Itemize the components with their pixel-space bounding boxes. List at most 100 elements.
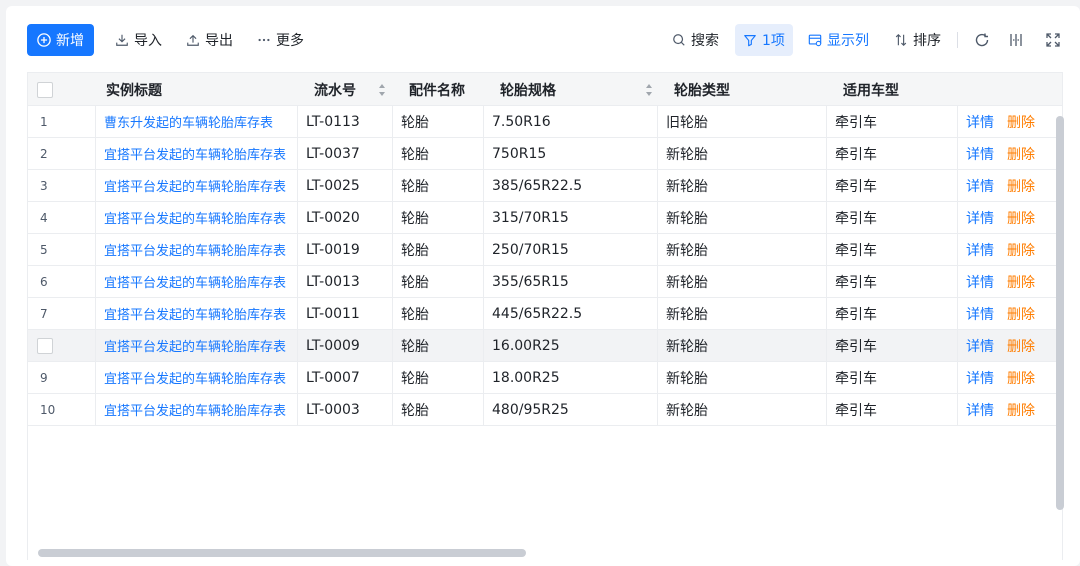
row-tire-type: 新轮胎 [658, 362, 827, 393]
delete-link[interactable]: 删除 [1007, 138, 1035, 169]
header-tire-type[interactable]: 轮胎类型 [666, 73, 730, 106]
row-part-name: 轮胎 [393, 394, 484, 425]
table-row[interactable]: 2 宜搭平台发起的车辆轮胎库存表 LT-0037 轮胎 750R15 新轮胎 牵引车 详情 删除 [28, 138, 1062, 170]
row-title-link[interactable]: 宜搭平台发起的车辆轮胎库存表 [96, 234, 298, 265]
row-part-name: 轮胎 [393, 138, 484, 169]
sort-button[interactable]: 排序 [894, 24, 941, 56]
filter-button-label: 1项 [762, 33, 785, 49]
sort-icon [895, 33, 907, 47]
detail-link[interactable]: 详情 [966, 202, 994, 233]
toolbar-divider [957, 32, 958, 48]
table-row[interactable]: 1 曹东升发起的车辆轮胎库存表 LT-0113 轮胎 7.50R16 旧轮胎 牵引车 详情 删除 [28, 106, 1062, 138]
header-vehicle-type[interactable]: 适用车型 [835, 73, 899, 106]
table-row[interactable]: 7 宜搭平台发起的车辆轮胎库存表 LT-0011 轮胎 445/65R22.5 新轮胎 牵引… [28, 298, 1062, 330]
download-icon [116, 34, 128, 46]
horizontal-scrollbar[interactable] [38, 549, 526, 557]
import-button[interactable]: 导入 [115, 24, 162, 56]
row-title-link[interactable]: 曹东升发起的车辆轮胎库存表 [96, 106, 298, 137]
table-row[interactable]: 5 宜搭平台发起的车辆轮胎库存表 LT-0019 轮胎 250/70R15 新轮胎 牵引车详… [28, 234, 1062, 266]
detail-link[interactable]: 详情 [966, 330, 994, 361]
toolbar: 新增 导入 导出 更多 搜索 1项 显示列 排序 [27, 24, 1067, 56]
header-tire-spec[interactable]: 轮胎规格 [492, 73, 556, 106]
detail-link[interactable]: 详情 [966, 106, 994, 137]
table-row[interactable]: 4 宜搭平台发起的车辆轮胎库存表 LT-0020 轮胎 315/70R15 新轮胎 牵引车详… [28, 202, 1062, 234]
export-button[interactable]: 导出 [186, 24, 233, 56]
sort-caret-icon[interactable] [378, 82, 386, 98]
row-tire-spec: 7.50R16 [484, 106, 658, 137]
detail-link[interactable]: 详情 [966, 234, 994, 265]
row-vehicle-type: 牵引车 [827, 138, 958, 169]
row-index: 6 [28, 266, 96, 297]
row-tire-type: 新轮胎 [658, 138, 827, 169]
row-title-link[interactable]: 宜搭平台发起的车辆轮胎库存表 [96, 362, 298, 393]
row-vehicle-type: 牵引车 [827, 298, 958, 329]
delete-link[interactable]: 删除 [1007, 266, 1035, 297]
row-vehicle-type: 牵引车 [827, 394, 958, 425]
sort-button-label: 排序 [913, 33, 941, 49]
sort-caret-icon[interactable] [645, 82, 653, 98]
filter-button[interactable]: 1项 [735, 24, 793, 56]
more-button[interactable]: 更多 [257, 24, 304, 56]
row-title-link[interactable]: 宜搭平台发起的车辆轮胎库存表 [96, 394, 298, 425]
header-title[interactable]: 实例标题 [98, 73, 162, 106]
header-serial[interactable]: 流水号 [306, 73, 356, 106]
row-part-name: 轮胎 [393, 170, 484, 201]
row-tire-spec: 315/70R15 [484, 202, 658, 233]
table-row[interactable]: 宜搭平台发起的车辆轮胎库存表 LT-0009 轮胎 16.00R25 新轮胎 牵引车 详情删… [28, 330, 1062, 362]
add-button-label: 新增 [56, 33, 84, 49]
detail-link[interactable]: 详情 [966, 138, 994, 169]
row-index: 2 [28, 138, 96, 169]
row-vehicle-type: 牵引车 [827, 330, 958, 361]
row-tire-type: 新轮胎 [658, 202, 827, 233]
delete-link[interactable]: 删除 [1007, 362, 1035, 393]
upload-icon [187, 34, 199, 46]
row-serial: LT-0025 [298, 170, 393, 201]
row-checkbox[interactable] [37, 338, 53, 354]
delete-link[interactable]: 删除 [1007, 234, 1035, 265]
row-index: 4 [28, 202, 96, 233]
row-title-link[interactable]: 宜搭平台发起的车辆轮胎库存表 [96, 170, 298, 201]
row-vehicle-type: 牵引车 [827, 170, 958, 201]
row-part-name: 轮胎 [393, 298, 484, 329]
detail-link[interactable]: 详情 [966, 394, 994, 425]
delete-link[interactable]: 删除 [1007, 394, 1035, 425]
table-row[interactable]: 9 宜搭平台发起的车辆轮胎库存表 LT-0007 轮胎 18.00R25 新轮胎 牵引车 详情… [28, 362, 1062, 394]
detail-link[interactable]: 详情 [966, 170, 994, 201]
add-button[interactable]: 新增 [27, 24, 94, 56]
search-icon [673, 34, 685, 46]
row-tire-spec: 385/65R22.5 [484, 170, 658, 201]
column-width-icon[interactable] [1008, 32, 1024, 48]
delete-link[interactable]: 删除 [1007, 202, 1035, 233]
table-row[interactable]: 3 宜搭平台发起的车辆轮胎库存表 LT-0025 轮胎 385/65R22.5 新轮胎 牵引… [28, 170, 1062, 202]
row-tire-type: 旧轮胎 [658, 106, 827, 137]
detail-link[interactable]: 详情 [966, 266, 994, 297]
search-button[interactable]: 搜索 [672, 24, 719, 56]
row-title-link[interactable]: 宜搭平台发起的车辆轮胎库存表 [96, 298, 298, 329]
select-all-checkbox[interactable] [37, 82, 53, 98]
row-serial: LT-0007 [298, 362, 393, 393]
columns-button[interactable]: 显示列 [808, 24, 869, 56]
row-title-link[interactable]: 宜搭平台发起的车辆轮胎库存表 [96, 330, 298, 361]
row-part-name: 轮胎 [393, 330, 484, 361]
plus-circle-icon [37, 33, 51, 47]
filter-icon [744, 35, 756, 47]
row-part-name: 轮胎 [393, 202, 484, 233]
header-part-name[interactable]: 配件名称 [401, 73, 465, 106]
refresh-icon[interactable] [974, 32, 990, 48]
delete-link[interactable]: 删除 [1007, 298, 1035, 329]
row-vehicle-type: 牵引车 [827, 202, 958, 233]
row-title-link[interactable]: 宜搭平台发起的车辆轮胎库存表 [96, 266, 298, 297]
row-tire-spec: 750R15 [484, 138, 658, 169]
delete-link[interactable]: 删除 [1007, 106, 1035, 137]
table-row[interactable]: 6 宜搭平台发起的车辆轮胎库存表 LT-0013 轮胎 355/65R15 新轮胎 牵引车详… [28, 266, 1062, 298]
detail-link[interactable]: 详情 [966, 362, 994, 393]
table-row[interactable]: 10 宜搭平台发起的车辆轮胎库存表 LT-0003 轮胎 480/95R25 新轮胎 牵引车… [28, 394, 1062, 426]
row-part-name: 轮胎 [393, 362, 484, 393]
delete-link[interactable]: 删除 [1007, 330, 1035, 361]
detail-link[interactable]: 详情 [966, 298, 994, 329]
vertical-scrollbar[interactable] [1056, 116, 1064, 510]
row-title-link[interactable]: 宜搭平台发起的车辆轮胎库存表 [96, 138, 298, 169]
fullscreen-icon[interactable] [1045, 32, 1061, 48]
delete-link[interactable]: 删除 [1007, 170, 1035, 201]
row-title-link[interactable]: 宜搭平台发起的车辆轮胎库存表 [96, 202, 298, 233]
